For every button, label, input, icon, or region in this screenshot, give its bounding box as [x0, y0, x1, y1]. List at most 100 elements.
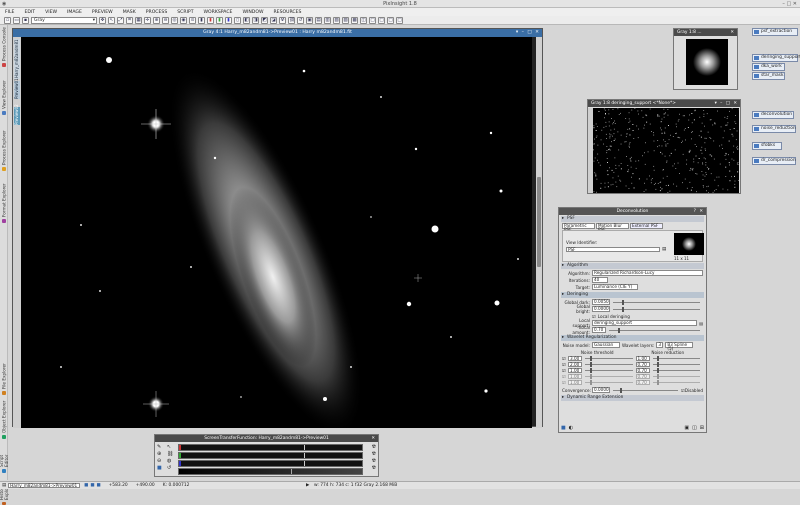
tab-external-psf[interactable]: External PSF [630, 223, 663, 229]
view-tab-main[interactable]: Harry_m82andm81 [14, 39, 20, 79]
preview-new-icon[interactable]: ▣ [306, 17, 313, 24]
menu-edit[interactable]: EDIT [19, 10, 40, 15]
tab-parametric-psf[interactable]: Parametric PSF [562, 223, 595, 229]
tab-process-explorer[interactable]: Process Explorer [0, 121, 8, 171]
deringing-window-title[interactable]: Gray 1:8 deringing_support <*None*>▾ – □… [588, 100, 740, 107]
local-amount-slider[interactable] [609, 330, 700, 331]
threshold-slider[interactable] [585, 358, 633, 359]
reduction-field[interactable]: 0.70 [636, 368, 650, 374]
crosshair-icon[interactable]: ✛ [144, 17, 151, 24]
menu-mask[interactable]: MASK [118, 10, 141, 15]
menu-view[interactable]: VIEW [40, 10, 62, 15]
tab-file-explorer[interactable]: File Explorer [0, 355, 8, 395]
scrollbar-thumb[interactable] [537, 177, 541, 267]
global-dark-field[interactable]: 0.0050 [592, 299, 610, 305]
threshold-slider[interactable] [585, 376, 633, 377]
zoom-fit-icon[interactable]: ◉ [180, 17, 187, 24]
tab-history-explorer[interactable]: History Explorer [0, 475, 8, 505]
icon-sfobks[interactable]: sfobks [752, 142, 782, 150]
psf-section[interactable]: PSF [561, 216, 704, 222]
reduction-field[interactable]: 0.70 [636, 374, 650, 380]
zoom-out-tool-icon[interactable]: ⊖ [157, 458, 162, 464]
select-view-icon[interactable]: ▤ [662, 247, 666, 252]
global-bright-field[interactable]: 0.0000 [592, 306, 610, 312]
zoom-all-icon[interactable]: ⌗ [126, 17, 133, 24]
mask-enable-icon[interactable]: ◩ [261, 17, 268, 24]
threshold-slider[interactable] [585, 364, 633, 365]
deconvolution-dialog[interactable]: Deconvolution? ✕ PSF Parametric PSF Moti… [558, 207, 707, 433]
icon-psf-extraction[interactable]: psf_extraction [752, 28, 798, 36]
menu-file[interactable]: FILE [0, 10, 19, 15]
fit-icon[interactable]: ⤢ [117, 17, 124, 24]
stf-bar-r[interactable] [178, 444, 363, 451]
global-bright-slider[interactable] [613, 309, 700, 310]
workspace-2-icon[interactable]: □ [378, 17, 385, 24]
workspace-4-icon[interactable]: □ [396, 17, 403, 24]
stf-link-tool-icon[interactable]: ⛓ [167, 451, 177, 457]
zoom-in-tool-icon[interactable]: ⊕ [157, 451, 162, 457]
target-select[interactable]: Luminance (CIE Y) [592, 284, 638, 290]
threshold-slider[interactable] [585, 370, 633, 371]
threshold-field[interactable]: 1.00 [568, 380, 582, 386]
reduction-slider[interactable] [653, 382, 701, 383]
menu-script[interactable]: SCRIPT [172, 10, 198, 15]
tab-script-editor[interactable]: Script Editor [0, 443, 8, 473]
pointer-tool-icon[interactable]: ↖ [167, 444, 177, 450]
apply-global-icon[interactable]: ◐ [569, 425, 573, 431]
mask-invert-icon[interactable]: ◨ [252, 17, 259, 24]
tab-motion-blur-psf[interactable]: Motion Blur PSF [596, 223, 629, 229]
tab-object-explorer[interactable]: Object Explorer [0, 399, 8, 439]
threshold-field[interactable]: 1.00 [568, 374, 582, 380]
view-tab-preview02[interactable]: Preview02 [14, 107, 20, 125]
stf-window[interactable]: ScreenTransferFunction: Harry_m82andm81-… [154, 434, 379, 477]
reduction-slider[interactable] [653, 376, 701, 377]
local-support-field[interactable]: deringing_support [592, 320, 697, 326]
view-list-icon[interactable]: ▤ [2, 483, 6, 488]
icon-dka-work[interactable]: dka_work [752, 63, 785, 71]
deringing-section[interactable]: Deringing [561, 292, 704, 298]
reset-icon[interactable]: ⊞ [700, 425, 704, 431]
preview-icon[interactable]: ▣ [684, 425, 689, 431]
pointer-icon[interactable]: ↖ [108, 17, 115, 24]
local-amount-field[interactable]: 0.70 [592, 327, 606, 333]
threshold-slider[interactable] [585, 382, 633, 383]
algorithm-select[interactable]: Regularized Richardson-Lucy [592, 270, 703, 276]
menu-image[interactable]: IMAGE [62, 10, 87, 15]
local-deringing-checkbox[interactable]: ☑ [592, 314, 596, 319]
reduction-field[interactable]: 0.70 [636, 362, 650, 368]
icon-star-mask[interactable]: star_mask [752, 72, 785, 80]
channel-r-icon[interactable]: ▮ [207, 17, 214, 24]
current-view-select[interactable]: Harry_m82andm81->Preview01 [8, 483, 80, 489]
image-window[interactable]: Gray 4:1 Harry_m82andm81->Preview01 : Ha… [12, 28, 543, 427]
stf-auto-b-icon[interactable]: ☢ [372, 458, 376, 464]
save-icon[interactable]: ▪ [22, 17, 29, 24]
psf-image-window[interactable]: Gray 1:8 ...✕ [673, 28, 738, 90]
menu-preview[interactable]: PREVIEW [87, 10, 118, 15]
channel-g-icon[interactable]: ▮ [216, 17, 223, 24]
icon-noise-reduction[interactable]: noise_reduction [752, 125, 796, 133]
icons-arrange-icon[interactable]: ◫ [360, 17, 367, 24]
mask-show-icon[interactable]: ◧ [243, 17, 250, 24]
menu-workspace[interactable]: WORKSPACE [199, 10, 238, 15]
convergence-slider[interactable] [613, 390, 678, 391]
stf-title[interactable]: ScreenTransferFunction: Harry_m82andm81-… [155, 435, 378, 442]
stf-auto-r-icon[interactable]: ☢ [372, 444, 376, 450]
stf-reset-icon[interactable]: ↺ [297, 17, 304, 24]
icon-deringing-support[interactable]: deringing_support [752, 54, 798, 62]
channel-b-icon[interactable]: ▮ [225, 17, 232, 24]
global-dark-slider[interactable] [613, 302, 700, 303]
status-icon-3[interactable]: ■ [96, 483, 100, 488]
window-controls[interactable]: – □ ✕ [782, 1, 797, 7]
zoom-in-icon[interactable]: ⊕ [153, 17, 160, 24]
view-identifier-field[interactable]: PSF [566, 247, 660, 253]
stf-color-tool-icon[interactable]: ◍ [167, 458, 177, 464]
menu-window[interactable]: WINDOW [237, 10, 268, 15]
deringing-support-window[interactable]: Gray 1:8 deringing_support <*None*>▾ – □… [587, 99, 741, 194]
menu-process[interactable]: PROCESS [141, 10, 173, 15]
new-instance-tool-icon[interactable]: ■ [157, 465, 162, 471]
stf-auto-g-icon[interactable]: ☢ [372, 451, 376, 457]
deconvolution-title[interactable]: Deconvolution? ✕ [559, 208, 706, 215]
tab-format-explorer[interactable]: Format Explorer [0, 175, 8, 223]
stf-bar-g[interactable] [178, 452, 363, 459]
new-icon[interactable]: ▫ [4, 17, 11, 24]
